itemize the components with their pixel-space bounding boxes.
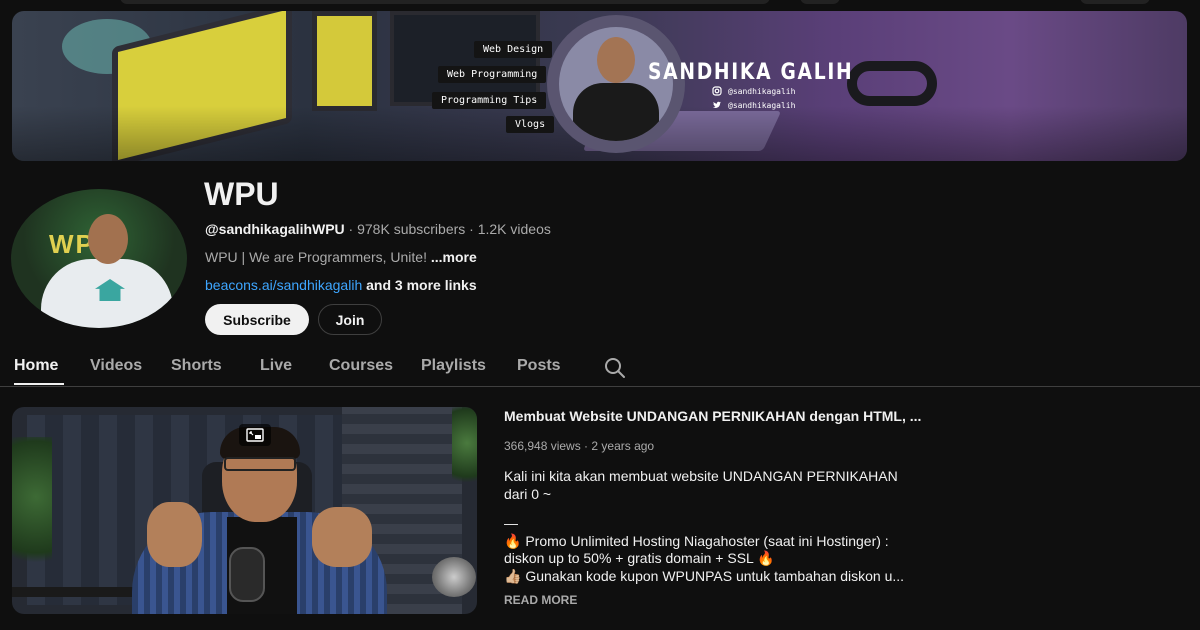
channel-stats: · 978K subscribers · 1.2K videos xyxy=(344,221,551,237)
featured-video-description: Kali ini kita akan membuat website UNDAN… xyxy=(504,468,944,585)
channel-description[interactable]: WPU | We are Programmers, Unite! ...more xyxy=(205,249,477,265)
twitter-icon xyxy=(713,101,721,108)
read-more-button[interactable]: READ MORE xyxy=(504,593,577,607)
banner-instagram: @sandhikagalih xyxy=(712,86,795,96)
description-more-link[interactable]: ...more xyxy=(431,249,477,265)
banner-monitor xyxy=(312,11,377,111)
subscribe-button[interactable]: Subscribe xyxy=(205,304,309,335)
active-tab-indicator xyxy=(14,383,64,385)
description-line: diskon up to 50% + gratis domain + SSL 🔥 xyxy=(504,550,775,566)
banner-tag: Web Design xyxy=(474,41,553,58)
banner-tag: Programming Tips xyxy=(432,92,547,109)
tab-shorts[interactable]: Shorts xyxy=(171,357,222,375)
instagram-handle: @sandhikagalih xyxy=(728,86,796,96)
banner-twitter: @sandhikagalih xyxy=(712,100,795,110)
featured-video-title[interactable]: Membuat Website UNDANGAN PERNIKAHAN deng… xyxy=(504,408,944,424)
miniplayer-icon xyxy=(246,428,264,442)
description-line: 🔥 Promo Unlimited Hosting Niagahoster (s… xyxy=(504,532,889,549)
channel-banner: Web Design Web Programming Programming T… xyxy=(12,11,1187,161)
thumbnail-badge xyxy=(432,557,476,597)
channel-link[interactable]: beacons.ai/sandhikagalih xyxy=(205,277,362,293)
more-links[interactable]: and 3 more links xyxy=(362,277,477,293)
miniplayer-button[interactable] xyxy=(239,424,271,446)
banner-headphones xyxy=(847,61,937,106)
tab-home[interactable]: Home xyxy=(14,357,58,375)
instagram-icon xyxy=(712,86,722,96)
search-bar-remnant xyxy=(120,0,770,4)
featured-video-meta: 366,948 views · 2 years ago xyxy=(504,439,655,453)
channel-handle: @sandhikagalihWPU xyxy=(205,221,345,237)
tab-posts[interactable]: Posts xyxy=(517,357,561,375)
tab-playlists[interactable]: Playlists xyxy=(421,357,486,375)
description-divider: — xyxy=(504,515,518,531)
banner-name: SANDHIKA GALIH xyxy=(648,60,854,85)
description-line: Kali ini kita akan membuat website UNDAN… xyxy=(504,468,898,484)
microphone xyxy=(229,547,265,602)
channel-links: beacons.ai/sandhikagalih and 3 more link… xyxy=(205,277,477,293)
mic-button-remnant xyxy=(800,0,840,4)
description-line: dari 0 ~ xyxy=(504,485,552,502)
top-bar-remnant xyxy=(0,0,1200,6)
tab-videos[interactable]: Videos xyxy=(90,357,142,375)
channel-meta: @sandhikagalihWPU · 978K subscribers · 1… xyxy=(205,221,551,237)
avatar-face xyxy=(88,214,128,264)
channel-avatar[interactable]: WPU xyxy=(11,189,187,328)
tab-courses[interactable]: Courses xyxy=(329,357,393,375)
banner-tag: Web Programming xyxy=(438,66,547,83)
tab-live[interactable]: Live xyxy=(260,357,292,375)
search-icon[interactable] xyxy=(603,356,627,380)
twitter-handle: @sandhikagalih xyxy=(728,100,796,110)
channel-tabs: Home Videos Shorts Live Courses Playlist… xyxy=(0,345,1200,387)
featured-video-player[interactable] xyxy=(12,407,477,614)
header-button-remnant xyxy=(1080,0,1150,4)
channel-title: WPU xyxy=(204,176,279,212)
banner-tag: Vlogs xyxy=(506,116,555,133)
description-line: 👍🏼 Gunakan kode kupon WPUNPAS untuk tamb… xyxy=(504,567,905,584)
description-text: WPU | We are Programmers, Unite! xyxy=(205,249,431,265)
join-button[interactable]: Join xyxy=(318,304,382,335)
